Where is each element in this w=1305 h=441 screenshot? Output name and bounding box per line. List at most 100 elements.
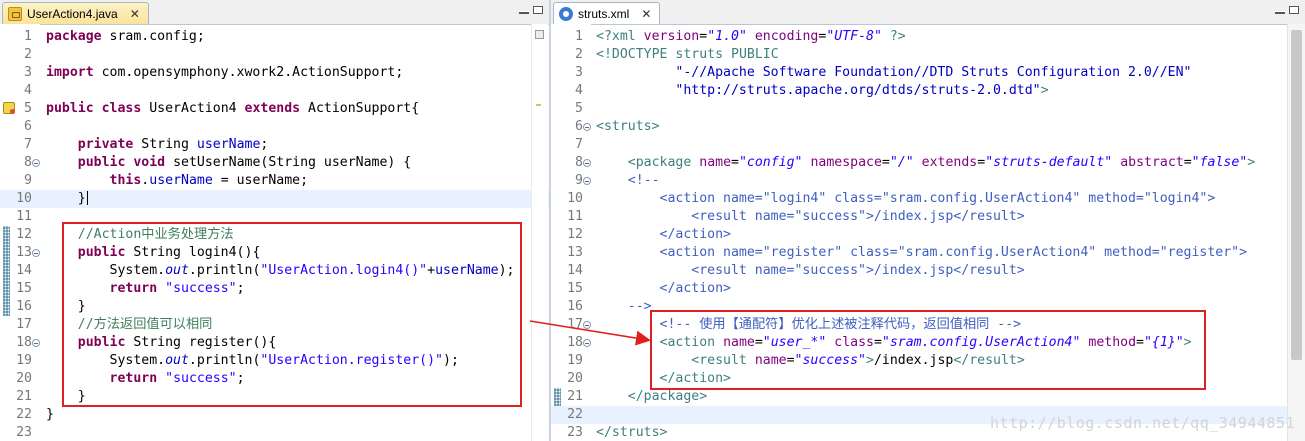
code-line[interactable]: 8 <package name="config" namespace="/" e… [551,154,1305,172]
code-text: private String userName; [77,137,269,152]
code-text: <action name="register" class="sram.conf… [659,245,1248,260]
code-line[interactable]: 5 public class UserAction4 extends Action… [0,100,549,118]
code-line[interactable]: 3 "-//Apache Software Foundation//DTD St… [551,64,1305,82]
code-text: </struts> [596,425,668,440]
java-editor-tabbar: UserAction4.java ✕ [0,0,549,25]
fold-toggle-icon[interactable] [32,159,40,167]
line-number: 3 [575,65,583,80]
fold-toggle-icon[interactable] [583,339,591,347]
code-text: <?xml version="1.0" encoding="UTF-8" ?> [596,29,906,44]
code-line[interactable]: 4 [0,82,549,100]
line-number: 11 [16,209,32,224]
code-line[interactable]: 7 private String userName; [0,136,549,154]
minimize-button[interactable] [519,11,529,14]
line-number: 23 [567,425,583,440]
code-text: </package> [627,389,708,404]
maximize-button[interactable] [533,6,543,14]
line-number: 12 [567,227,583,242]
line-number: 1 [24,29,32,44]
code-text: <result name="success">/index.jsp</resul… [691,209,1025,224]
code-line[interactable]: 6 [0,118,549,136]
line-number: 9 [575,173,583,188]
code-line[interactable]: 21 </package> [551,388,1305,406]
close-icon[interactable]: ✕ [641,7,651,21]
line-number: 10 [567,191,583,206]
code-text: "-//Apache Software Foundation//DTD Stru… [675,65,1192,80]
code-text: "http://struts.apache.org/dtds/struts-2.… [675,83,1049,98]
line-number: 19 [16,353,32,368]
fold-toggle-icon[interactable] [32,249,40,257]
scrollbar-thumb[interactable] [1291,30,1302,360]
vertical-scrollbar[interactable] [1287,24,1305,441]
fold-toggle-icon[interactable] [583,321,591,329]
code-line[interactable]: 1 <?xml version="1.0" encoding="UTF-8" ?> [551,28,1305,46]
code-text: <package name="config" namespace="/" ext… [627,155,1256,170]
line-number: 20 [16,371,32,386]
code-line[interactable]: 5 [551,100,1305,118]
code-text: --> [627,299,652,314]
code-line[interactable]: 12 </action> [551,226,1305,244]
maximize-button[interactable] [1289,6,1299,14]
warning-lightbulb-icon[interactable] [3,102,15,114]
xml-editor-tabbar: struts.xml ✕ [551,0,1305,25]
line-number: 23 [16,425,32,440]
fold-toggle-icon[interactable] [32,339,40,347]
code-line[interactable]: 22} [0,406,549,424]
line-number: 4 [575,83,583,98]
code-line[interactable]: 2 [0,46,549,64]
code-line[interactable]: 2 <!DOCTYPE struts PUBLIC [551,46,1305,64]
line-number: 17 [567,317,583,332]
close-icon[interactable]: ✕ [130,7,140,21]
line-number: 20 [567,371,583,386]
line-number: 2 [575,47,583,62]
line-number: 22 [567,407,583,422]
code-line[interactable]: 11 <result name="success">/index.jsp</re… [551,208,1305,226]
tab-useraction4-java[interactable]: UserAction4.java ✕ [2,2,149,24]
line-number: 13 [16,245,32,260]
minimize-button[interactable] [1275,11,1285,14]
xml-editor-pane: struts.xml ✕ 1 <?xml version="1.0" encodi… [551,0,1305,441]
code-text: } [46,407,54,422]
code-text: <action name="login4" class="sram.config… [659,191,1216,206]
code-line[interactable]: 10 } [0,190,549,208]
warning-marker[interactable] [536,104,541,106]
code-text: import com.opensymphony.xwork2.ActionSup… [46,65,404,80]
java-methods-highlight-box [62,222,522,407]
code-line[interactable]: 9 <!-- [551,172,1305,190]
line-number: 16 [567,299,583,314]
code-text: </action> [659,281,731,296]
code-line[interactable]: 6 <struts> [551,118,1305,136]
code-line[interactable]: 3 import com.opensymphony.xwork2.ActionSu… [0,64,549,82]
code-line[interactable]: 14 <result name="success">/index.jsp</re… [551,262,1305,280]
code-line[interactable]: 10 <action name="login4" class="sram.con… [551,190,1305,208]
fold-toggle-icon[interactable] [583,159,591,167]
fold-toggle-icon[interactable] [583,123,591,131]
line-number: 21 [16,389,32,404]
code-line[interactable]: 7 [551,136,1305,154]
java-file-icon [8,6,22,21]
line-number: 6 [24,119,32,134]
line-number: 16 [16,299,32,314]
code-line[interactable]: 15 </action> [551,280,1305,298]
line-number: 22 [16,407,32,422]
code-line[interactable]: 1 package sram.config; [0,28,549,46]
line-number: 12 [16,227,32,242]
line-number: 14 [567,263,583,278]
tab-label: UserAction4.java [27,6,118,21]
code-line[interactable]: 8 public void setUserName(String userNam… [0,154,549,172]
code-line[interactable]: 23 [0,424,549,441]
tab-struts-xml[interactable]: struts.xml ✕ [553,2,661,24]
overview-summary-icon [535,30,544,39]
code-line[interactable]: 13 <action name="register" class="sram.c… [551,244,1305,262]
code-text: </action> [659,227,731,242]
java-editor-pane: UserAction4.java ✕ 1 package sram.config;… [0,0,549,441]
watermark: http://blog.csdn.net/qq_34944851 [990,414,1295,432]
code-line[interactable]: 4 "http://struts.apache.org/dtds/struts-… [551,82,1305,100]
fold-toggle-icon[interactable] [583,177,591,185]
line-number: 10 [16,191,32,206]
line-number: 9 [24,173,32,188]
line-number: 5 [575,101,583,116]
line-number: 7 [575,137,583,152]
code-line[interactable]: 9 this.userName = userName; [0,172,549,190]
code-text: <!-- [627,173,660,188]
